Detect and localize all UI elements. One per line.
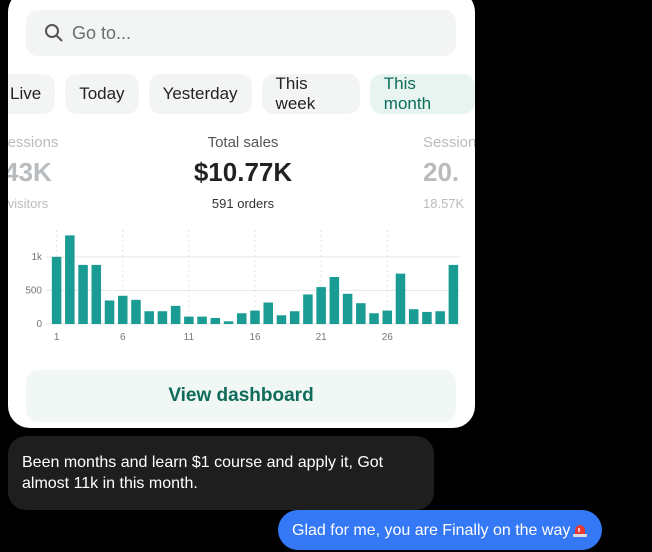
date-range-tabs: Live Today Yesterday This week This mont… bbox=[8, 74, 475, 114]
y-tick-label: 500 bbox=[25, 285, 42, 296]
chart-bar[interactable] bbox=[276, 315, 287, 324]
stat-sub: 18.57K bbox=[423, 196, 465, 211]
chart-bar[interactable] bbox=[131, 299, 141, 324]
chart-bar[interactable] bbox=[289, 311, 300, 324]
y-tick-label: 1k bbox=[31, 252, 43, 263]
chart-bar[interactable] bbox=[157, 311, 168, 324]
chart-bar[interactable] bbox=[329, 277, 340, 324]
chart-bar[interactable] bbox=[408, 309, 419, 324]
chart-bar[interactable] bbox=[210, 317, 221, 324]
chart-bar[interactable] bbox=[316, 287, 326, 324]
chart-bar[interactable] bbox=[369, 313, 379, 324]
sales-bar-chart: 05001k1 6 11 16 21 26 bbox=[25, 230, 460, 343]
chart-bar[interactable] bbox=[223, 321, 234, 324]
x-tick-label: 21 bbox=[316, 332, 328, 343]
chart-bar[interactable] bbox=[303, 294, 313, 324]
chart-bar[interactable] bbox=[250, 310, 260, 324]
sent-message: Glad for me, you are Finally on the way bbox=[278, 510, 603, 550]
chart-bar[interactable] bbox=[422, 311, 432, 324]
chart-bar[interactable] bbox=[448, 264, 459, 324]
stat-sessions-right: Sessions 20. 18.57K bbox=[423, 134, 475, 211]
chart-bar[interactable] bbox=[104, 300, 115, 325]
chart-bar[interactable] bbox=[170, 305, 181, 324]
tab-today[interactable]: Today bbox=[65, 74, 139, 114]
chart-bar[interactable] bbox=[51, 256, 62, 324]
chart-bar[interactable] bbox=[117, 295, 128, 324]
chart-bar[interactable] bbox=[435, 311, 445, 324]
stat-sub: visitors bbox=[8, 196, 49, 211]
search-placeholder: Go to... bbox=[72, 22, 132, 43]
received-message: Been months and learn $1 course and appl… bbox=[8, 436, 434, 510]
chart-bar[interactable] bbox=[78, 264, 88, 324]
search-bar[interactable]: Go to... bbox=[26, 10, 456, 56]
tab-live[interactable]: Live bbox=[8, 74, 56, 114]
stat-total-sales[interactable]: Total sales $10.77K 591 orders bbox=[168, 134, 318, 211]
analytics-card: Go to... Live Today Yesterday This week … bbox=[8, 0, 475, 428]
x-tick-label: 11 bbox=[184, 332, 195, 343]
stat-label: Sessions bbox=[8, 134, 59, 151]
stat-label: Sessions bbox=[423, 134, 475, 151]
x-tick-label: 26 bbox=[382, 332, 394, 343]
chart-bar[interactable] bbox=[395, 273, 406, 324]
sent-message-text: Glad for me, you are Finally on the way bbox=[292, 521, 571, 539]
chart-bar[interactable] bbox=[65, 235, 75, 324]
y-tick-label: 0 bbox=[36, 319, 42, 330]
x-tick-label: 16 bbox=[249, 332, 261, 343]
stat-value: 43K bbox=[8, 157, 52, 187]
siren-emoji-icon bbox=[572, 522, 588, 538]
chart-bar[interactable] bbox=[184, 316, 194, 324]
chart-bar[interactable] bbox=[91, 264, 102, 324]
tab-this-week[interactable]: This week bbox=[261, 74, 360, 114]
chart-bar[interactable] bbox=[356, 303, 366, 324]
chart-bar[interactable] bbox=[342, 293, 353, 324]
chart-bar[interactable] bbox=[197, 316, 207, 324]
chart-bar[interactable] bbox=[144, 311, 154, 324]
chart-bar[interactable] bbox=[263, 302, 273, 324]
stat-sessions-left: Sessions 43K visitors bbox=[8, 134, 78, 211]
chart-bar[interactable] bbox=[237, 313, 247, 324]
stat-value: 20. bbox=[423, 157, 460, 187]
stat-sub: 591 orders bbox=[211, 196, 275, 211]
search-icon bbox=[45, 24, 63, 42]
stat-label: Total sales bbox=[207, 134, 279, 151]
chart-bar[interactable] bbox=[382, 310, 393, 324]
tab-this-month[interactable]: This month bbox=[369, 74, 475, 114]
tab-yesterday[interactable]: Yesterday bbox=[148, 74, 252, 114]
view-dashboard-button[interactable]: View dashboard bbox=[26, 370, 456, 422]
stat-value: $10.77K bbox=[193, 157, 293, 187]
x-tick-label: 1 bbox=[54, 332, 60, 343]
x-tick-label: 6 bbox=[120, 332, 126, 343]
